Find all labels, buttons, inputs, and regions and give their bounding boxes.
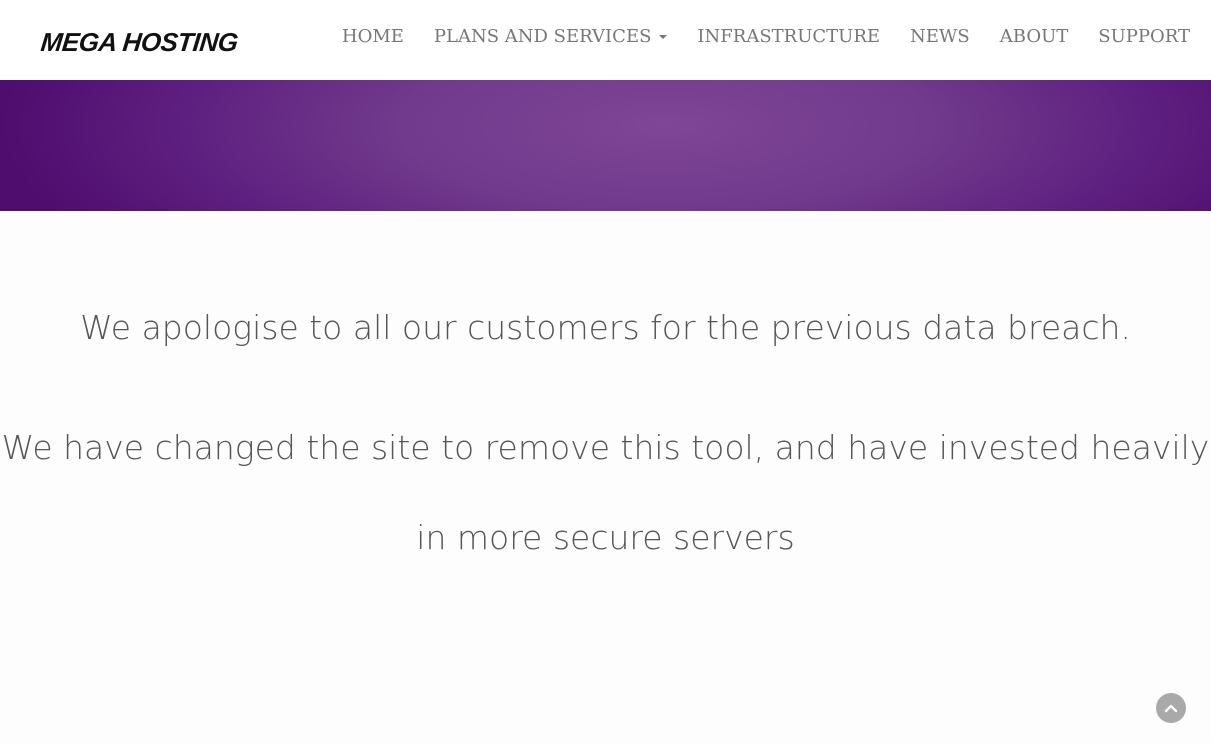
nav-item-home: HOME bbox=[342, 24, 404, 50]
apology-text: We apologise to all our customers for th… bbox=[80, 308, 1131, 347]
navbar: MEGA HOSTING HOME PLANS AND SERVICES INF… bbox=[0, 0, 1211, 80]
nav-link-support[interactable]: SUPPORT bbox=[1098, 24, 1190, 50]
nav-item-about: ABOUT bbox=[1000, 24, 1069, 50]
scroll-to-top-button[interactable] bbox=[1156, 693, 1186, 723]
nav-link-about[interactable]: ABOUT bbox=[1000, 24, 1069, 50]
hero-banner bbox=[0, 80, 1211, 211]
nav-link-infrastructure[interactable]: INFRASTRUCTURE bbox=[697, 24, 880, 50]
nav-item-plans-and-services: PLANS AND SERVICES bbox=[434, 24, 668, 50]
brand-logo[interactable]: MEGA HOSTING bbox=[39, 27, 239, 57]
nav-link-home[interactable]: HOME bbox=[342, 24, 404, 50]
nav-link-plans-and-services[interactable]: PLANS AND SERVICES bbox=[434, 24, 668, 50]
nav-item-news: NEWS bbox=[910, 24, 970, 50]
main-nav: HOME PLANS AND SERVICES INFRASTRUCTURE N… bbox=[312, 24, 1190, 50]
statement-text-line2: in more secure servers bbox=[416, 518, 795, 557]
chevron-up-icon bbox=[1164, 704, 1178, 713]
caret-down-icon bbox=[659, 35, 668, 39]
nav-link-news[interactable]: NEWS bbox=[910, 24, 970, 50]
nav-link-plans-label: PLANS AND SERVICES bbox=[433, 26, 652, 47]
nav-item-infrastructure: INFRASTRUCTURE bbox=[697, 24, 880, 50]
statement-text-line1: We have changed the site to remove this … bbox=[1, 428, 1210, 467]
nav-item-support: SUPPORT bbox=[1098, 24, 1190, 50]
